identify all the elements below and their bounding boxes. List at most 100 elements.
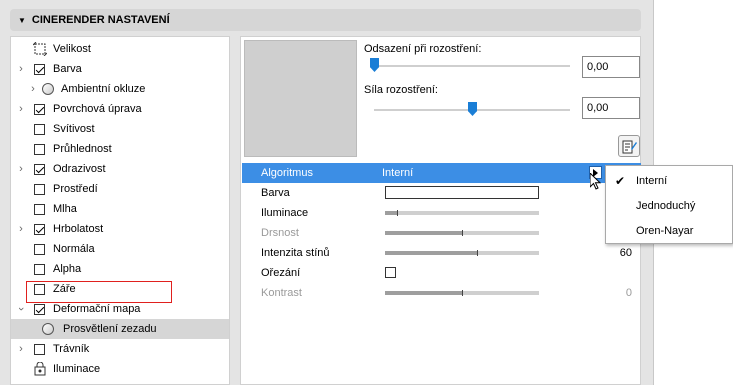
- tree-item-normala[interactable]: Normála: [11, 239, 229, 259]
- tree-item-velikost[interactable]: Velikost: [11, 39, 229, 59]
- tree-item-label: Deformační mapa: [53, 303, 141, 315]
- strength-value-field[interactable]: 0,00: [582, 97, 640, 119]
- option-label: Oren-Nayar: [636, 225, 694, 237]
- illumination-slider[interactable]: [385, 210, 539, 216]
- offset-slider-track[interactable]: [374, 65, 570, 67]
- tree-item-prosvetleni-zezadu[interactable]: Prosvětlení zezadu: [11, 319, 229, 339]
- tree-item-travnik[interactable]: › Trávník: [11, 339, 229, 359]
- chevron-right-icon[interactable]: ›: [16, 223, 26, 235]
- tree-item-odrazivost[interactable]: › Odrazivost: [11, 159, 229, 179]
- tree-item-mlha[interactable]: Mlha: [11, 199, 229, 219]
- sphere-icon: [42, 323, 54, 335]
- size-icon: [32, 41, 48, 59]
- dropdown-option-jednoduchy[interactable]: Jednoduchý: [606, 195, 732, 217]
- prop-row-roughness[interactable]: Drsnost 100: [242, 223, 641, 243]
- tree-item-label: Alpha: [53, 263, 82, 275]
- chevron-right-icon[interactable]: ›: [16, 103, 26, 115]
- offset-value-field[interactable]: 0,00: [582, 56, 640, 78]
- channel-tree: Velikost › Barva › Ambientní okluze › Po…: [10, 36, 230, 385]
- prop-row-color[interactable]: Barva: [242, 183, 641, 203]
- tree-item-label: Prosvětlení zezadu: [63, 323, 157, 335]
- prop-label: Algoritmus: [261, 167, 313, 179]
- prop-row-algorithm[interactable]: Algoritmus Interní: [242, 163, 641, 183]
- settings-panel: Odsazení při rozostření: 0,00 Síla rozos…: [240, 36, 641, 385]
- chevron-right-icon[interactable]: ›: [16, 163, 26, 175]
- prop-label: Kontrast: [261, 287, 302, 299]
- prop-label: Drsnost: [261, 227, 299, 239]
- panel-header[interactable]: ▼ CINERENDER NASTAVENÍ: [10, 9, 641, 31]
- material-preview: [244, 40, 357, 157]
- strength-label: Síla rozostření:: [364, 84, 438, 96]
- tree-item-pruhlednost[interactable]: Průhlednost: [11, 139, 229, 159]
- checkbox-prostredi[interactable]: [34, 183, 45, 195]
- prop-row-illumination[interactable]: Iluminace 80: [242, 203, 641, 223]
- tree-item-label: Hrbolatost: [53, 223, 104, 235]
- checkbox-barva[interactable]: [34, 63, 45, 75]
- dropdown-option-oren-nayar[interactable]: Oren-Nayar: [606, 220, 732, 242]
- option-label: Jednoduchý: [636, 200, 696, 212]
- tree-item-label: Barva: [53, 63, 82, 75]
- contrast-slider[interactable]: [385, 290, 539, 296]
- checkbox-alpha[interactable]: [34, 263, 45, 275]
- tree-item-ambientni-okluze[interactable]: › Ambientní okluze: [11, 79, 229, 99]
- highlight-box: [26, 281, 172, 303]
- tree-item-label: Velikost: [53, 43, 91, 55]
- prop-row-clip[interactable]: Ořezání: [242, 263, 641, 283]
- tree-item-label: Trávník: [53, 343, 90, 355]
- tree-item-hrbolatost[interactable]: › Hrbolatost: [11, 219, 229, 239]
- tree-item-label: Povrchová úprava: [53, 103, 142, 115]
- tree-item-iluminace[interactable]: Iluminace: [11, 359, 229, 379]
- checkbox-deformacni-mapa[interactable]: [34, 303, 45, 315]
- checkmark-icon: ✔: [615, 174, 626, 188]
- checkbox-pruhlednost[interactable]: [34, 143, 45, 155]
- lock-icon: [34, 361, 46, 379]
- chevron-right-icon[interactable]: ›: [28, 83, 38, 95]
- algorithm-value: Interní: [382, 167, 414, 179]
- prop-label: Intenzita stínů: [261, 247, 330, 259]
- tree-item-povrchova-uprava[interactable]: › Povrchová úprava: [11, 99, 229, 119]
- option-label: Interní: [636, 175, 668, 187]
- chevron-right-icon[interactable]: ›: [16, 343, 26, 355]
- cinerender-panel: ▼ CINERENDER NASTAVENÍ Velikost › Barva …: [0, 0, 653, 385]
- tree-item-barva[interactable]: › Barva: [11, 59, 229, 79]
- color-swatch[interactable]: [385, 186, 539, 199]
- strength-slider-thumb[interactable]: [468, 102, 477, 116]
- chevron-right-icon[interactable]: ›: [16, 63, 26, 75]
- prop-row-shadow[interactable]: Intenzita stínů 60: [242, 243, 641, 263]
- offset-label: Odsazení při rozostření:: [364, 43, 482, 55]
- checkbox-povrchova-uprava[interactable]: [34, 103, 45, 115]
- shadow-slider[interactable]: [385, 250, 539, 256]
- collapse-triangle-icon[interactable]: ▼: [18, 16, 26, 25]
- tree-item-label: Ambientní okluze: [61, 83, 146, 95]
- edit-button[interactable]: [618, 135, 640, 157]
- checkbox-normala[interactable]: [34, 243, 45, 255]
- shadow-value[interactable]: 60: [620, 247, 632, 259]
- chevron-down-icon[interactable]: ›: [15, 304, 27, 314]
- roughness-slider[interactable]: [385, 230, 539, 236]
- clip-checkbox[interactable]: [385, 267, 396, 278]
- contrast-value[interactable]: 0: [626, 287, 632, 299]
- tree-item-label: Prostředí: [53, 183, 98, 195]
- tree-item-label: Svítivost: [53, 123, 95, 135]
- algorithm-dropdown-menu: ✔ Interní Jednoduchý Oren-Nayar: [605, 165, 733, 244]
- prop-label: Barva: [261, 187, 290, 199]
- tree-item-label: Odrazivost: [53, 163, 106, 175]
- tree-item-label: Mlha: [53, 203, 77, 215]
- prop-row-contrast[interactable]: Kontrast 0: [242, 283, 641, 303]
- panel-title: CINERENDER NASTAVENÍ: [31, 14, 170, 26]
- mouse-cursor-icon: [589, 171, 602, 194]
- tree-item-label: Iluminace: [53, 363, 101, 375]
- checkbox-hrbolatost[interactable]: [34, 223, 45, 235]
- tree-item-svitivost[interactable]: Svítivost: [11, 119, 229, 139]
- checkbox-odrazivost[interactable]: [34, 163, 45, 175]
- tree-item-alpha[interactable]: Alpha: [11, 259, 229, 279]
- offset-slider-thumb[interactable]: [370, 58, 379, 72]
- tree-item-label: Průhlednost: [53, 143, 112, 155]
- tree-item-prostredi[interactable]: Prostředí: [11, 179, 229, 199]
- checkbox-mlha[interactable]: [34, 203, 45, 215]
- tree-item-label: Normála: [53, 243, 95, 255]
- prop-label: Ořezání: [261, 267, 301, 279]
- checkbox-travnik[interactable]: [34, 343, 45, 355]
- dropdown-option-interni[interactable]: ✔ Interní: [606, 170, 732, 192]
- checkbox-svitivost[interactable]: [34, 123, 45, 135]
